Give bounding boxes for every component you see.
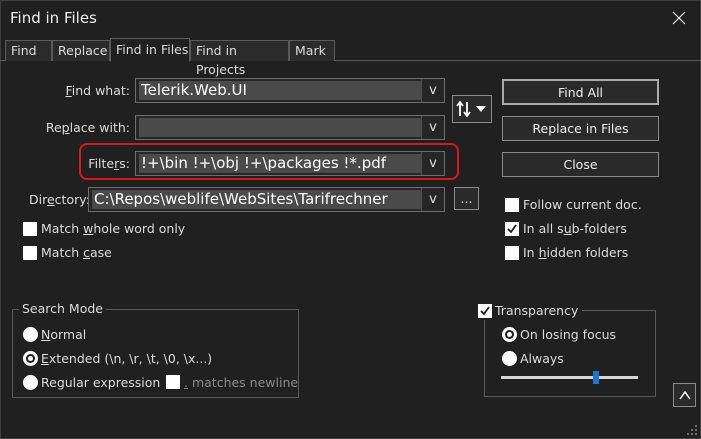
directory-label: Directory: <box>29 192 90 207</box>
normal-radio[interactable] <box>23 327 38 342</box>
match-case-checkbox[interactable] <box>23 246 37 260</box>
follow-current-doc-checkbox[interactable] <box>505 198 519 212</box>
collapse-button[interactable] <box>673 383 696 407</box>
extended-label: Extended (\n, \r, \t, \0, \x...) <box>41 351 213 366</box>
chevron-up-icon <box>678 390 691 400</box>
on-losing-focus-radio[interactable] <box>502 327 517 342</box>
chevron-down-icon: v <box>429 156 437 171</box>
swap-arrows-icon <box>456 100 471 118</box>
in-hidden-folders-checkbox[interactable] <box>505 246 519 260</box>
filters-label: Filters: <box>88 156 130 171</box>
chevron-down-icon: v <box>429 120 437 135</box>
replace-with-combo[interactable]: v <box>135 115 445 140</box>
filters-combo[interactable]: !+\bin !+\obj !+\packages !*.pdf v <box>135 151 445 176</box>
check-icon <box>480 306 490 316</box>
matches-newline-label: . matches newline <box>184 375 299 390</box>
tab-replace[interactable]: Replace <box>52 40 110 61</box>
match-whole-word-label: Match whole word only <box>41 221 186 236</box>
directory-combo[interactable]: C:\Repos\weblife\WebSites\Tarifrechner v <box>88 187 445 212</box>
tab-find-in-files[interactable]: Find in Files <box>110 38 190 62</box>
in-all-sub-folders-label: In all sub-folders <box>523 221 627 236</box>
swap-find-replace-button[interactable] <box>452 95 492 123</box>
regex-label: Regular expression <box>41 375 161 390</box>
chevron-down-icon <box>476 106 486 112</box>
normal-label: Normal <box>41 327 87 342</box>
on-losing-focus-label: On losing focus <box>520 327 617 342</box>
tab-find[interactable]: Find <box>5 40 52 61</box>
close-window-button[interactable] <box>664 4 694 32</box>
find-what-dropdown[interactable]: v <box>421 79 444 102</box>
replace-in-files-button[interactable]: Replace in Files <box>502 116 659 141</box>
directory-dropdown[interactable]: v <box>421 188 444 211</box>
check-icon <box>507 224 517 234</box>
window-title: Find in Files <box>10 9 97 27</box>
chevron-down-icon: v <box>429 192 437 207</box>
find-what-input[interactable]: Telerik.Web.UI <box>139 81 421 100</box>
transparency-checkbox[interactable] <box>478 304 492 318</box>
browse-directory-button[interactable]: ... <box>454 187 479 210</box>
regex-radio[interactable] <box>23 375 38 390</box>
search-mode-title: Search Mode <box>19 301 106 316</box>
match-whole-word-checkbox[interactable] <box>23 222 37 236</box>
find-what-combo[interactable]: Telerik.Web.UI v <box>135 78 445 103</box>
transparency-label: Transparency <box>495 303 579 318</box>
chevron-down-icon: v <box>429 83 437 98</box>
resize-grip-icon[interactable] <box>686 424 698 436</box>
matches-newline-checkbox[interactable] <box>166 375 180 389</box>
always-label: Always <box>520 351 564 366</box>
transparency-slider-track[interactable] <box>501 376 638 379</box>
tab-mark[interactable]: Mark <box>289 40 335 61</box>
replace-with-input[interactable] <box>139 118 421 137</box>
find-all-button[interactable]: Find All <box>502 79 659 105</box>
always-radio[interactable] <box>502 351 517 366</box>
extended-radio[interactable] <box>23 351 38 366</box>
follow-current-doc-label: Follow current doc. <box>523 197 642 212</box>
match-case-label: Match case <box>41 245 112 260</box>
in-all-sub-folders-checkbox[interactable] <box>505 222 519 236</box>
directory-input[interactable]: C:\Repos\weblife\WebSites\Tarifrechner <box>92 190 421 209</box>
replace-with-label: Replace with: <box>45 120 130 135</box>
close-icon <box>672 11 686 25</box>
filters-dropdown[interactable]: v <box>421 152 444 175</box>
tab-find-in-projects[interactable]: Find in Projects <box>190 40 289 77</box>
find-what-label: Find what: <box>65 83 130 98</box>
transparency-slider-thumb[interactable] <box>592 371 599 384</box>
close-button[interactable]: Close <box>502 152 659 177</box>
filters-input[interactable]: !+\bin !+\obj !+\packages !*.pdf <box>139 154 421 173</box>
replace-with-dropdown[interactable]: v <box>421 116 444 139</box>
in-hidden-folders-label: In hidden folders <box>523 245 629 260</box>
